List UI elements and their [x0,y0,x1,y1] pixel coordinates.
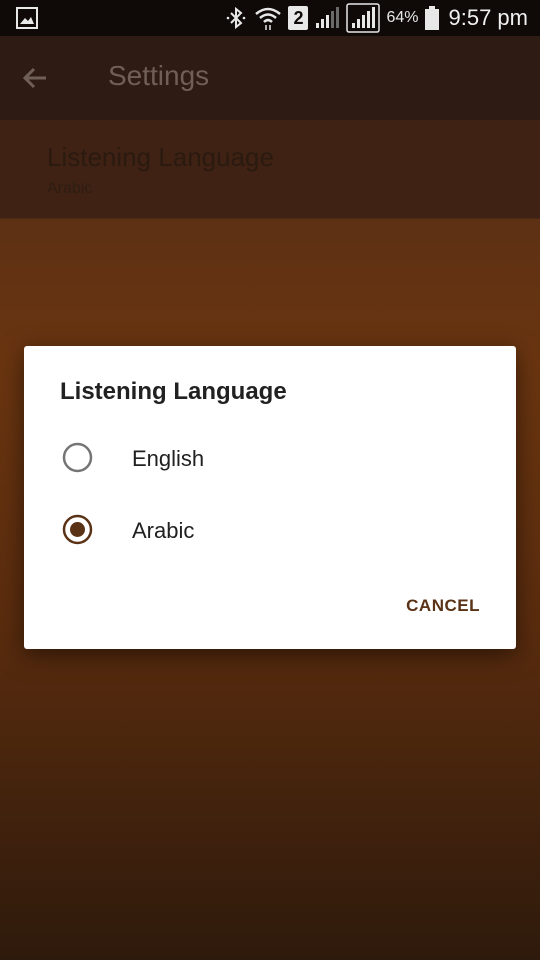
settings-item-listening-language[interactable]: Listening Language Arabic [0,120,540,219]
bluetooth-icon [227,6,246,30]
screen: 2 64% 9:57 pm Settings Listening Languag… [0,0,540,960]
option-label: English [132,446,205,471]
option-arabic[interactable]: Arabic [24,498,516,562]
settings-item-title: Listening Language [47,142,274,172]
battery-percent: 64% [386,9,419,26]
radio-unselected-icon[interactable] [62,442,93,473]
page-title: Settings [108,60,210,91]
status-icons: 2 64% 9:57 pm [224,0,528,36]
cancel-button[interactable]: CANCEL [392,586,494,626]
app-bar: Settings [0,36,540,120]
back-arrow-icon[interactable] [20,62,52,94]
radio-selected-icon[interactable] [62,514,93,545]
clock: 9:57 pm [448,5,529,30]
settings-item-subtitle: Arabic [47,180,93,197]
signal-icon [346,3,381,33]
status-bar: 2 64% 9:57 pm [0,0,540,36]
signal-icon [316,7,340,28]
language-dialog: Listening Language English Arabic CANCEL [24,346,516,649]
wifi-icon [255,7,282,30]
gallery-icon [16,7,38,29]
option-english[interactable]: English [24,426,516,490]
battery-icon [424,6,439,30]
sim-2-icon: 2 [288,6,309,30]
dialog-title: Listening Language [60,378,287,405]
option-label: Arabic [132,518,195,543]
